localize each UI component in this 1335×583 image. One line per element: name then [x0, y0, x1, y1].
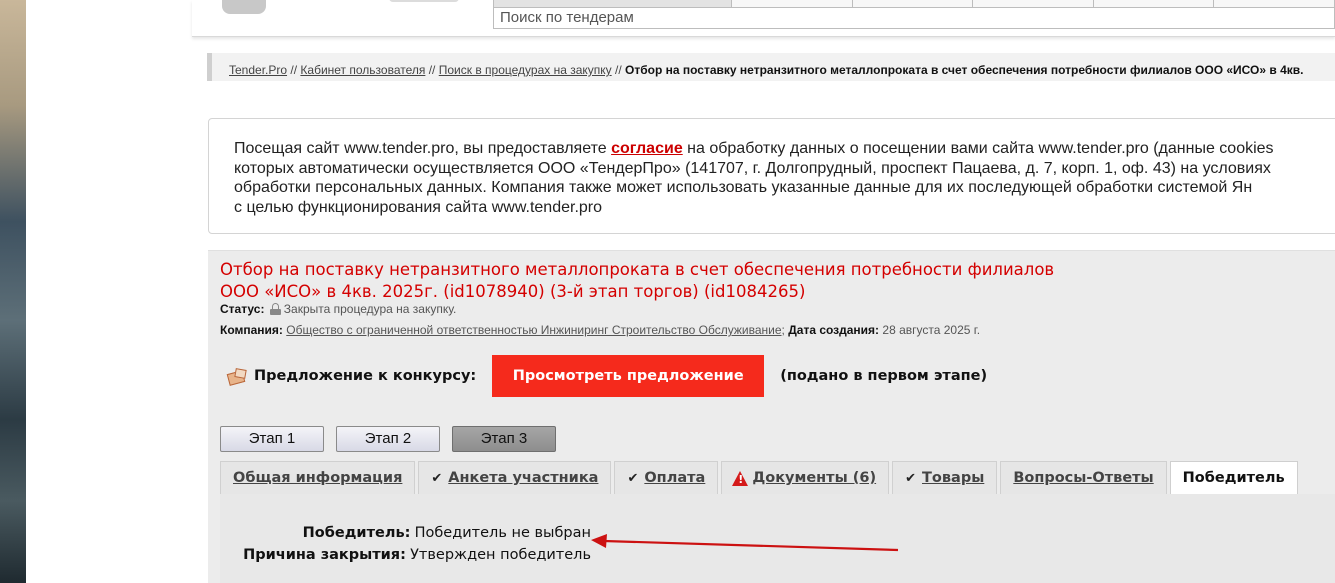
company-row: Компания: Общество с ограниченной ответс… — [220, 323, 980, 337]
created-date-value: 28 августа 2025 г. — [882, 323, 981, 337]
site-logo[interactable] — [204, 0, 474, 14]
breadcrumb: Tender.Pro // Кабинет пользователя // По… — [207, 53, 1335, 81]
page-margin — [26, 0, 192, 583]
tab-goods[interactable]: ✔ Товары — [892, 461, 998, 494]
breadcrumb-separator: // — [615, 63, 622, 77]
created-date-label: Дата создания: — [788, 323, 880, 337]
site-header: Поиск по тендерам — [192, 0, 1335, 37]
offer-note: (подано в первом этапе) — [780, 368, 988, 384]
breadcrumb-separator: // — [290, 63, 298, 77]
company-link[interactable]: Общество с ограниченной ответственностью… — [286, 323, 781, 337]
stage-2-button[interactable]: Этап 2 — [336, 426, 440, 452]
company-label: Компания: — [220, 323, 283, 337]
closing-reason-label: Причина закрытия: — [243, 547, 406, 563]
closing-reason-value: Утвержден победитель — [410, 547, 591, 563]
consent-line: Посещая сайт www.tender.pro, вы предоста… — [234, 139, 1335, 159]
tender-search-input[interactable]: Поиск по тендерам — [493, 7, 1335, 29]
tab-label: Победитель — [1182, 470, 1285, 486]
check-icon: ✔ — [905, 470, 916, 486]
stage-1-button[interactable]: Этап 1 — [220, 426, 324, 452]
lock-icon — [269, 303, 281, 315]
tab-payment[interactable]: ✔ Оплата — [614, 461, 719, 494]
view-offer-button[interactable]: Просмотреть предложение — [492, 355, 765, 397]
consent-text: Посещая сайт www.tender.pro, вы предоста… — [234, 140, 612, 157]
offer-row: Предложение к конкурсу: Просмотреть пред… — [226, 355, 987, 397]
stage-buttons: Этап 1 Этап 2 Этап 3 — [220, 426, 568, 452]
closing-reason-row: Причина закрытия: Утвержден победитель — [220, 546, 591, 563]
tender-title-line: ООО «ИСО» в 4кв. 2025г. (id1078940) (3-й… — [220, 282, 806, 301]
status-row: Статус: Закрыта процедура на закупку. — [220, 302, 456, 316]
consent-line: которых автоматически осуществляется ООО… — [234, 159, 1271, 177]
tab-label: Оплата — [644, 470, 706, 486]
breadcrumb-home-link[interactable]: Tender.Pro — [229, 63, 287, 77]
warning-icon — [732, 470, 749, 486]
consent-line: обработки персональных данных. Компания … — [234, 179, 1253, 196]
winner-tab-content: Победитель: Победитель не выбран Причина… — [220, 494, 1335, 583]
tender-panel: Отбор на поставку нетранзитного металлоп… — [208, 250, 1335, 583]
background-photo — [0, 0, 26, 583]
consent-link[interactable]: согласие — [611, 140, 683, 157]
winner-row: Победитель: Победитель не выбран — [220, 524, 591, 541]
check-icon: ✔ — [431, 470, 443, 486]
consent-line: с целью функционирования сайта www.tende… — [234, 198, 603, 216]
company-separator: ; — [781, 323, 785, 337]
tab-label: Документы (6) — [752, 470, 877, 486]
consent-text: на обработку данных о посещении вами сай… — [682, 140, 1274, 157]
breadcrumb-cabinet-link[interactable]: Кабинет пользователя — [300, 63, 425, 77]
tab-general-info[interactable]: Общая информация — [220, 461, 416, 494]
tab-label: Общая информация — [233, 470, 403, 486]
cookie-consent-notice: Посещая сайт www.tender.pro, вы предоста… — [208, 118, 1335, 234]
breadcrumb-current: Отбор на поставку нетранзитного металлоп… — [625, 63, 1304, 77]
tender-tabs: Общая информация ✔ Анкета участника ✔ Оп… — [220, 461, 1335, 494]
check-icon: ✔ — [627, 470, 639, 486]
tab-label: Вопросы-Ответы — [1013, 470, 1154, 486]
tab-label: Товары — [922, 470, 985, 486]
status-value: Закрыта процедура на закупку. — [283, 302, 457, 316]
tab-documents[interactable]: Документы (6) — [721, 461, 890, 494]
winner-label: Победитель: — [302, 525, 411, 541]
tab-label: Анкета участника — [448, 470, 599, 486]
logo-text-shape — [389, 0, 459, 2]
stage-3-button[interactable]: Этап 3 — [452, 426, 556, 452]
offer-label: Предложение к конкурсу: — [254, 368, 477, 384]
tender-title: Отбор на поставку нетранзитного металлоп… — [220, 259, 1120, 303]
top-nav — [493, 0, 1335, 8]
tab-questions-answers[interactable]: Вопросы-Ответы — [1000, 461, 1167, 494]
breadcrumb-search-link[interactable]: Поиск в процедурах на закупку — [439, 63, 612, 77]
offer-icon — [226, 368, 247, 386]
breadcrumb-separator: // — [428, 63, 436, 77]
tab-winner[interactable]: Победитель — [1169, 461, 1298, 494]
tab-participant-form[interactable]: ✔ Анкета участника — [418, 461, 612, 494]
tender-title-line: Отбор на поставку нетранзитного металлоп… — [220, 260, 1055, 279]
winner-value: Победитель не выбран — [414, 525, 591, 541]
logo-icon — [222, 0, 266, 14]
status-label: Статус: — [220, 302, 265, 316]
